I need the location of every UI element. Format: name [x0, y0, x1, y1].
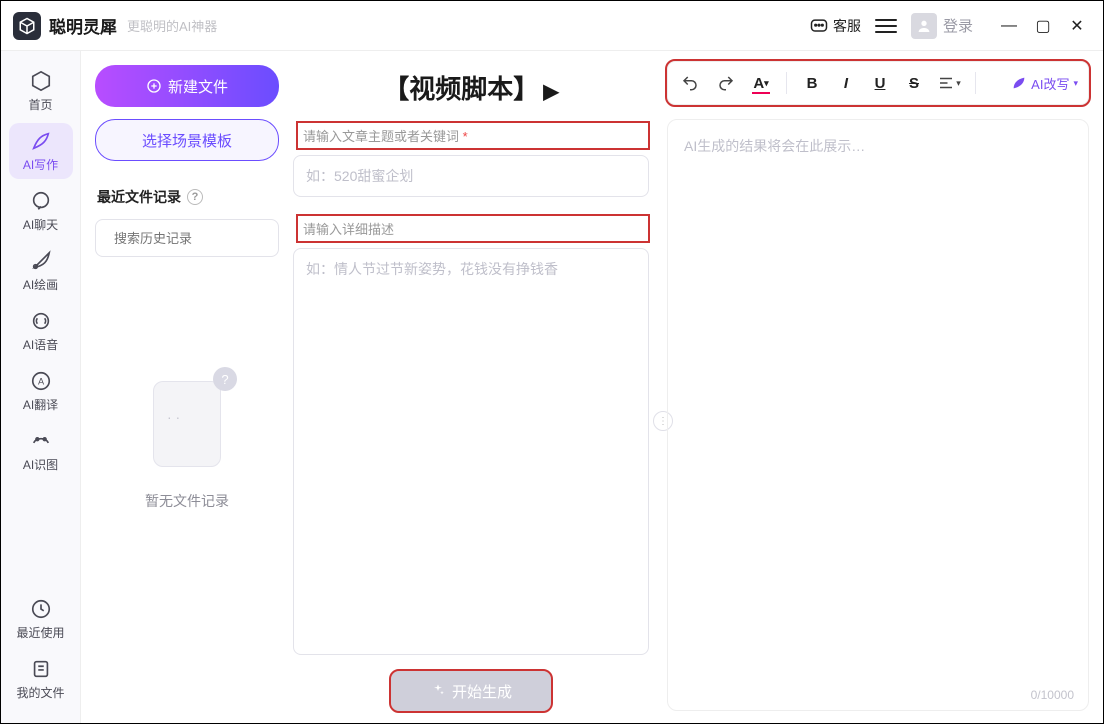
editor-toolbar: A▾ B I U S ▾ AI改写▾	[667, 61, 1089, 105]
align-button[interactable]: ▾	[937, 71, 961, 95]
sidebar-item-label: AI写作	[23, 156, 58, 173]
bold-button[interactable]: B	[801, 75, 823, 92]
sidebar: 首页 AI写作 AI聊天 AI绘画 AI语音 A AI翻译 AI识图	[1, 51, 81, 723]
menu-icon[interactable]	[875, 15, 897, 37]
sidebar-item-ai-write[interactable]: AI写作	[9, 123, 73, 179]
sidebar-item-home[interactable]: 首页	[9, 63, 73, 119]
font-color-button[interactable]: A▾	[750, 75, 772, 92]
search-input[interactable]	[114, 231, 290, 246]
char-counter: 0/10000	[1031, 688, 1074, 702]
minimize-button[interactable]: —	[995, 12, 1023, 40]
sidebar-item-label: AI绘画	[23, 276, 58, 293]
ai-rewrite-label: AI改写	[1031, 74, 1069, 93]
output-area[interactable]: AI生成的结果将会在此展示… 0/10000	[667, 119, 1089, 711]
new-file-label: 新建文件	[168, 76, 228, 97]
app-name: 聪明灵犀	[49, 13, 117, 38]
page-title[interactable]: 【视频脚本】▶	[293, 69, 649, 106]
sidebar-item-ai-paint[interactable]: AI绘画	[9, 243, 73, 299]
help-icon[interactable]: ?	[187, 189, 203, 205]
ai-rewrite-button[interactable]: AI改写▾	[1011, 74, 1078, 93]
sidebar-item-label: AI聊天	[23, 216, 58, 233]
sidebar-item-recent[interactable]: 最近使用	[9, 591, 73, 647]
underline-button[interactable]: U	[869, 75, 891, 92]
detail-label: 请输入详细描述	[297, 215, 649, 242]
empty-state: · · ? 暂无文件记录	[95, 367, 279, 511]
support-label: 客服	[833, 16, 861, 36]
app-tagline: 更聪明的AI神器	[127, 16, 217, 35]
redo-button[interactable]	[714, 71, 738, 95]
titlebar: 聪明灵犀 更聪明的AI神器 客服 登录 — ▢ ✕	[1, 1, 1103, 51]
search-input-wrap[interactable]	[95, 219, 279, 257]
empty-text: 暂无文件记录	[145, 491, 229, 511]
file-panel: 新建文件 选择场景模板 最近文件记录 ? · · ? 暂无文件记录	[81, 51, 293, 723]
new-file-button[interactable]: 新建文件	[95, 65, 279, 107]
italic-button[interactable]: I	[835, 75, 857, 92]
page-title-text: 【视频脚本】	[383, 74, 539, 104]
topic-label: 请输入文章主题或者关键词	[297, 122, 649, 149]
strike-button[interactable]: S	[903, 75, 925, 92]
empty-illustration-icon: · · ?	[137, 367, 237, 477]
detail-textarea[interactable]	[293, 248, 649, 655]
topic-input[interactable]	[293, 155, 649, 197]
leaf-icon	[1011, 75, 1027, 91]
sidebar-item-label: AI语音	[23, 336, 58, 353]
choose-template-button[interactable]: 选择场景模板	[95, 119, 279, 161]
sidebar-item-label: AI翻译	[23, 396, 58, 413]
avatar-icon	[911, 13, 937, 39]
svg-text:A: A	[37, 376, 44, 386]
sidebar-item-ai-image[interactable]: AI识图	[9, 423, 73, 479]
recent-files-header: 最近文件记录 ?	[97, 187, 279, 207]
editor-panel: 【视频脚本】▶ 请输入文章主题或者关键词 请输入详细描述 开始生成	[293, 51, 663, 723]
sidebar-item-ai-chat[interactable]: AI聊天	[9, 183, 73, 239]
choose-template-label: 选择场景模板	[142, 130, 232, 151]
toolbar-separator	[975, 72, 976, 94]
sidebar-item-label: 最近使用	[16, 624, 64, 641]
sidebar-item-label: 首页	[28, 96, 52, 113]
sidebar-item-myfiles[interactable]: 我的文件	[9, 651, 73, 707]
login-label: 登录	[943, 15, 973, 36]
generate-label: 开始生成	[452, 681, 512, 702]
generate-button[interactable]: 开始生成	[391, 671, 551, 711]
close-button[interactable]: ✕	[1063, 12, 1091, 40]
app-logo-icon	[13, 12, 41, 40]
sidebar-item-ai-voice[interactable]: AI语音	[9, 303, 73, 359]
sparkle-icon	[430, 683, 446, 699]
recent-files-title: 最近文件记录	[97, 187, 181, 207]
support-button[interactable]: 客服	[809, 16, 861, 36]
sidebar-item-label: 我的文件	[16, 684, 64, 701]
sidebar-item-label: AI识图	[23, 456, 58, 473]
undo-button[interactable]	[678, 71, 702, 95]
play-icon: ▶	[543, 81, 558, 103]
maximize-button[interactable]: ▢	[1029, 12, 1057, 40]
output-panel: ⋮ A▾ B I U S ▾ AI改写▾ AI生成的结果将会在此展示… 0/10…	[663, 51, 1103, 723]
toolbar-separator	[786, 72, 787, 94]
sidebar-item-ai-translate[interactable]: A AI翻译	[9, 363, 73, 419]
login-button[interactable]: 登录	[911, 13, 973, 39]
output-placeholder: AI生成的结果将会在此展示…	[684, 138, 865, 154]
